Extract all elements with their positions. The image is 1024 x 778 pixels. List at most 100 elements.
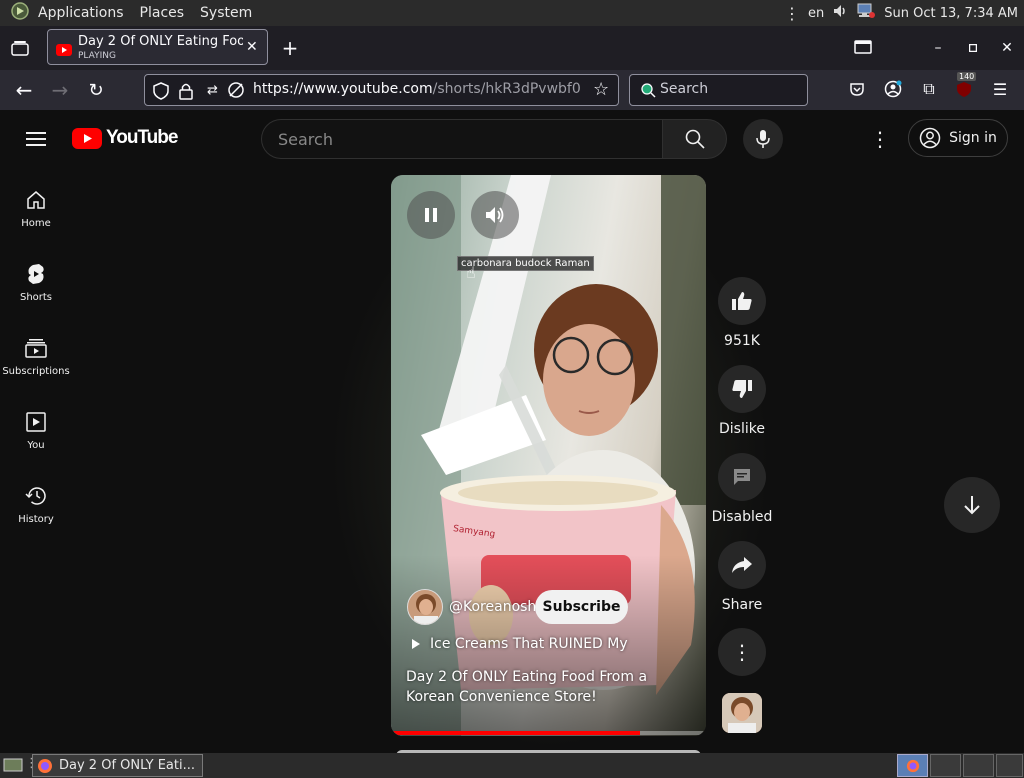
url-bar[interactable]: ⇄ https://www.youtube.com/shorts/hkR3dPv… (144, 74, 619, 106)
sidebar-item-label: Shorts (19, 292, 53, 303)
tracking-shield-icon[interactable] (153, 82, 169, 104)
dislike-action[interactable]: Dislike (717, 365, 767, 437)
account-circle-icon (919, 127, 941, 149)
short-title[interactable]: Day 2 Of ONLY Eating Food From a Korean … (406, 667, 691, 707)
distro-logo-icon[interactable] (0, 1, 30, 25)
subscribe-button[interactable]: Subscribe (535, 590, 628, 624)
places-menu[interactable]: Places (132, 5, 193, 21)
system-top-bar: Applications Places System ⋮ en Sun Oct … (0, 0, 1024, 26)
hand-cursor-icon: ☝ (466, 263, 476, 282)
taskbar-window-firefox[interactable]: Day 2 Of ONLY Eati... (32, 754, 203, 777)
arrow-down-icon (964, 496, 980, 515)
pause-button[interactable] (407, 191, 455, 239)
workspace-switcher-2[interactable] (930, 754, 961, 777)
tab-close-icon[interactable]: ✕ (246, 39, 258, 55)
more-actions[interactable]: ⋮ (717, 628, 767, 684)
lock-icon[interactable] (179, 82, 193, 104)
volume-icon[interactable] (832, 3, 848, 23)
youtube-favicon-icon (56, 41, 72, 60)
firefox-icon (906, 759, 919, 772)
sound-avatar[interactable] (722, 693, 762, 733)
volume-button[interactable] (471, 191, 519, 239)
sign-in-button[interactable]: Sign in (908, 119, 1008, 157)
next-short-button[interactable] (944, 477, 1000, 533)
progress-bar-fill (391, 731, 640, 735)
system-menu[interactable]: System (192, 5, 260, 21)
hamburger-menu-icon[interactable]: ☰ (989, 78, 1011, 100)
short-video-player[interactable]: Samyang carbonara budock Raman ☝ @Korean… (391, 175, 706, 736)
sidebar-item-label: You (27, 440, 45, 451)
permissions-icon[interactable]: ⇄ (207, 83, 218, 98)
account-icon[interactable] (882, 78, 904, 100)
thumbs-down-icon (732, 380, 752, 398)
browser-tab-active[interactable]: Day 2 Of ONLY Eating Food PLAYING ✕ (47, 29, 268, 65)
clock[interactable]: Sun Oct 13, 7:34 AM (884, 6, 1018, 21)
voice-search-button[interactable] (743, 119, 783, 159)
url-text[interactable]: https://www.youtube.com/shorts/hkR3dPvwb… (253, 81, 581, 97)
workspace-switcher-3[interactable] (963, 754, 994, 777)
applications-menu[interactable]: Applications (30, 5, 132, 21)
hover-tooltip: carbonara budock Raman (457, 256, 594, 271)
url-host: https://www.youtube.com (253, 81, 433, 97)
sidebar-item-home[interactable]: Home (0, 188, 72, 229)
youtube-search-button[interactable] (662, 119, 727, 159)
search-icon (685, 129, 705, 149)
settings-more-icon[interactable]: ⋮ (868, 127, 892, 151)
forward-arrow-icon[interactable]: → (48, 78, 72, 102)
sidebar-item-subscriptions[interactable]: Subscriptions (0, 336, 72, 377)
browser-tab-bar: Day 2 Of ONLY Eating Food PLAYING ✕ + – … (0, 26, 1024, 70)
share-button[interactable] (718, 541, 766, 589)
history-icon (25, 484, 47, 508)
like-button[interactable] (718, 277, 766, 325)
more-options-button[interactable]: ⋮ (718, 628, 766, 676)
sidebar-item-you[interactable]: You (0, 410, 72, 451)
guide-menu-icon[interactable] (24, 127, 48, 151)
youtube-logo[interactable]: YouTube (72, 127, 178, 149)
youtube-search-input[interactable]: Search (261, 119, 663, 159)
comments-disabled-label: Disabled (711, 509, 773, 525)
youtube-logo-icon (72, 127, 102, 149)
autoplay-blocked-icon[interactable] (227, 81, 245, 103)
play-arrow-icon (412, 639, 420, 649)
comments-button (718, 453, 766, 501)
keyboard-layout[interactable]: en (808, 6, 824, 21)
sidebar-item-history[interactable]: History (0, 484, 72, 525)
like-action[interactable]: 951K (717, 277, 767, 349)
list-all-tabs-icon[interactable] (852, 36, 874, 58)
related-video-title: Ice Creams That RUINED My (430, 636, 628, 652)
dislike-button[interactable] (718, 365, 766, 413)
ublock-origin-icon[interactable]: 140 (953, 72, 977, 100)
show-desktop-icon[interactable] (3, 757, 23, 777)
dislike-label: Dislike (719, 421, 765, 437)
bookmark-star-icon[interactable]: ☆ (593, 79, 609, 100)
thumbs-up-icon (732, 292, 752, 310)
tab-overview-icon[interactable] (8, 36, 32, 60)
vertical-dots-icon[interactable]: ⋮ (784, 4, 800, 23)
pocket-icon[interactable] (846, 78, 868, 100)
channel-avatar[interactable] (407, 589, 443, 625)
microphone-icon (756, 130, 770, 148)
workspace-switcher-1[interactable] (897, 754, 928, 777)
url-path: /shorts/hkR3dPvwbf0 (432, 81, 581, 97)
browser-search-box[interactable]: Search (629, 74, 808, 106)
close-window-button[interactable]: ✕ (997, 38, 1017, 58)
sidebar-item-shorts[interactable]: Shorts (0, 262, 72, 303)
minimize-window-button[interactable]: – (928, 38, 948, 58)
related-video-link[interactable]: Ice Creams That RUINED My (411, 636, 628, 652)
network-icon[interactable] (856, 2, 876, 24)
progress-bar-track[interactable] (391, 731, 706, 735)
share-arrow-icon (732, 557, 752, 573)
youtube-page: YouTube Search ⋮ Sign in Home Shorts Sub… (0, 110, 1024, 753)
maximize-window-button[interactable] (963, 38, 983, 58)
share-label: Share (721, 597, 763, 613)
browser-search-placeholder: Search (660, 81, 709, 97)
share-action[interactable]: Share (717, 541, 767, 613)
back-arrow-icon[interactable]: ← (12, 78, 36, 102)
new-tab-button[interactable]: + (278, 36, 302, 60)
reload-icon[interactable]: ↻ (84, 78, 108, 102)
sidebar-item-label: History (18, 514, 54, 525)
channel-handle[interactable]: @Koreanosh (449, 599, 536, 615)
extensions-puzzle-icon[interactable]: ⧉ (918, 78, 940, 100)
system-taskbar: ⋮ Day 2 Of ONLY Eati... (0, 753, 1024, 778)
workspace-switcher-4[interactable] (996, 754, 1023, 777)
